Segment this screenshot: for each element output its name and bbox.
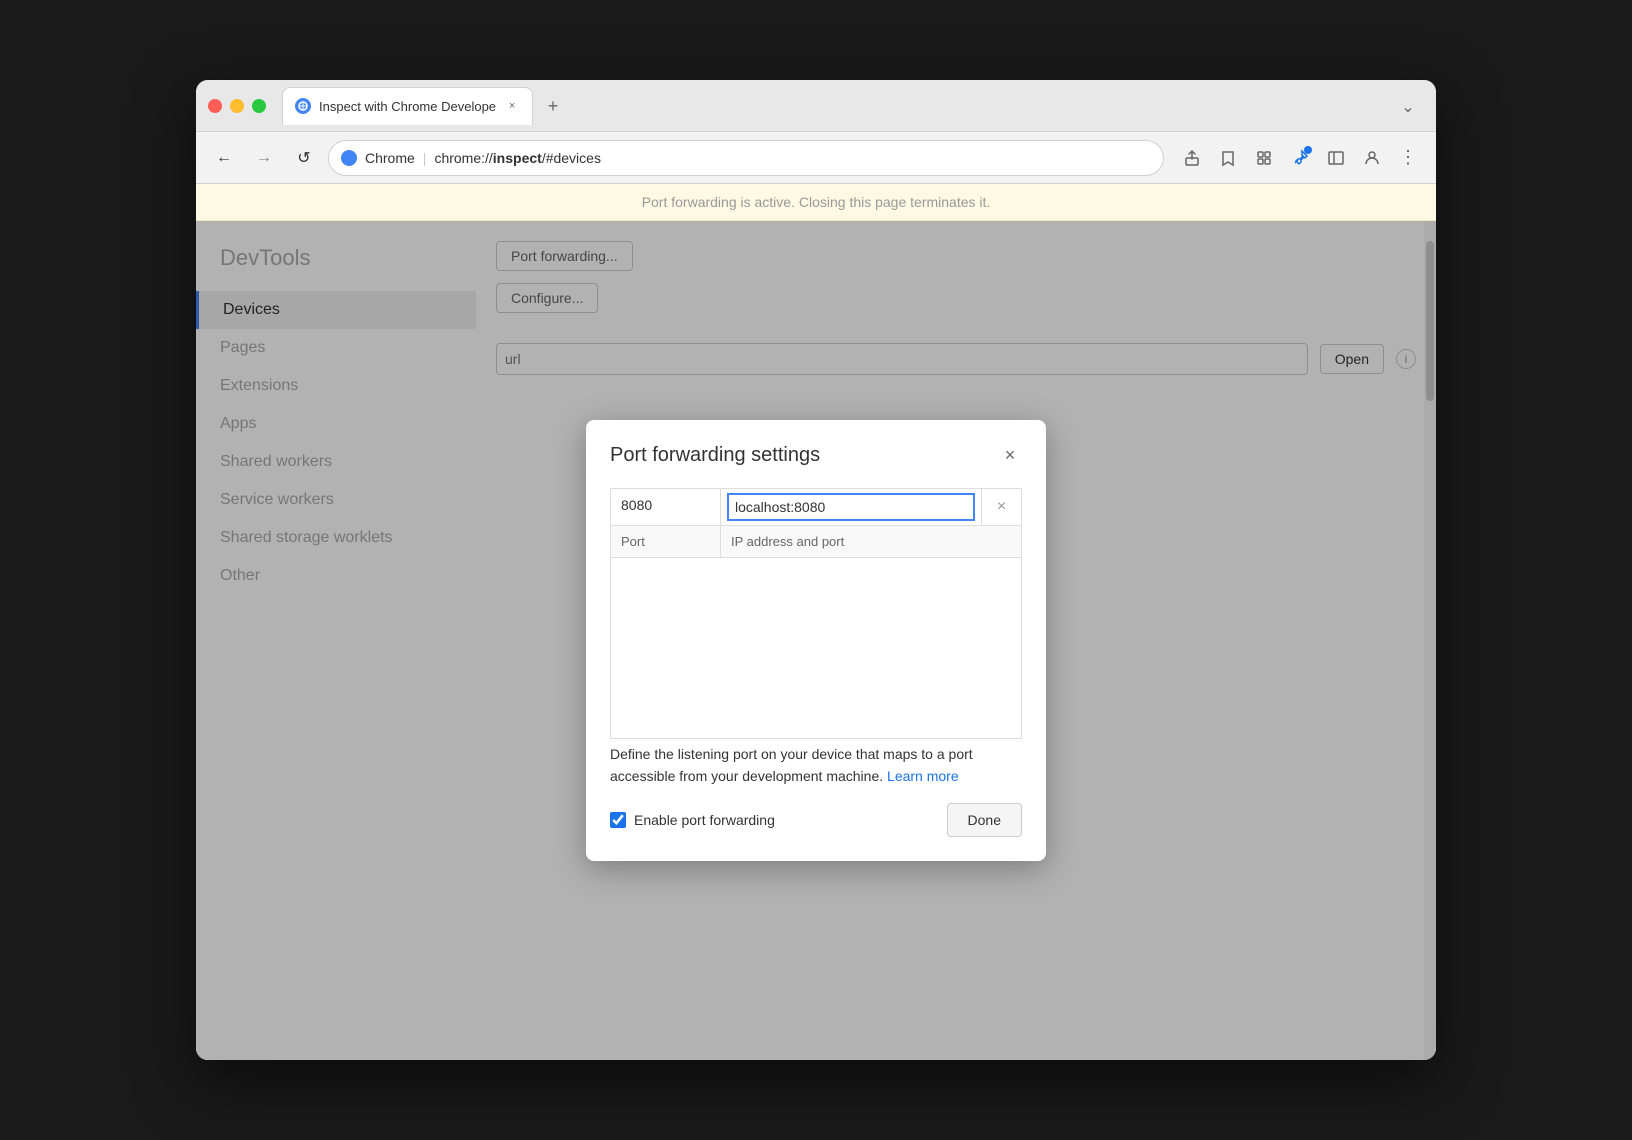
bookmark-button[interactable] bbox=[1212, 142, 1244, 174]
port-forwarding-modal: Port forwarding settings × 8080 bbox=[586, 420, 1046, 862]
address-url-prefix: chrome:// bbox=[434, 150, 492, 166]
address-separator: | bbox=[423, 150, 427, 166]
pf-header-row: Port IP address and port bbox=[611, 526, 1021, 558]
delete-icon: × bbox=[997, 498, 1006, 516]
modal-close-button[interactable]: × bbox=[998, 444, 1022, 468]
address-url-bold: inspect bbox=[493, 150, 542, 166]
modal-header: Port forwarding settings × bbox=[610, 444, 1022, 468]
checkbox-label-text: Enable port forwarding bbox=[634, 812, 775, 828]
new-tab-button[interactable]: + bbox=[537, 91, 569, 123]
pf-delete-button[interactable]: × bbox=[981, 489, 1021, 525]
maximize-window-button[interactable] bbox=[252, 99, 266, 113]
forward-button[interactable]: → bbox=[248, 142, 280, 174]
browser-window: Inspect with Chrome Develope × + ⌄ ← → ↺… bbox=[196, 80, 1436, 1060]
address-url: chrome://inspect/#devices bbox=[434, 150, 601, 166]
tab-bar: Inspect with Chrome Develope × + ⌄ bbox=[282, 87, 1424, 125]
port-forwarding-banner: Port forwarding is active. Closing this … bbox=[196, 184, 1436, 221]
more-button[interactable]: ⋮ bbox=[1392, 142, 1424, 174]
extension-pin-button[interactable] bbox=[1284, 142, 1316, 174]
extension-badge bbox=[1304, 146, 1312, 154]
pf-table: 8080 × Port IP address an bbox=[610, 488, 1022, 739]
nav-actions: ⋮ bbox=[1176, 142, 1424, 174]
back-button[interactable]: ← bbox=[208, 142, 240, 174]
pf-address-cell bbox=[721, 489, 981, 525]
nav-bar: ← → ↺ Chrome | chrome://inspect/#devices bbox=[196, 132, 1436, 184]
pf-col-port: Port bbox=[611, 526, 721, 557]
tab-title: Inspect with Chrome Develope bbox=[319, 99, 496, 114]
reload-button[interactable]: ↺ bbox=[288, 142, 320, 174]
pf-port-cell: 8080 bbox=[611, 489, 721, 525]
extensions-button[interactable] bbox=[1248, 142, 1280, 174]
enable-port-forwarding-checkbox[interactable] bbox=[610, 812, 626, 828]
page-content: Port forwarding is active. Closing this … bbox=[196, 184, 1436, 1060]
pf-data-row: 8080 × bbox=[611, 489, 1021, 526]
pf-col-address: IP address and port bbox=[721, 526, 1021, 557]
pf-empty-area bbox=[611, 558, 1021, 738]
active-tab[interactable]: Inspect with Chrome Develope × bbox=[282, 87, 533, 125]
pf-address-input[interactable] bbox=[727, 493, 975, 521]
enable-port-forwarding-label[interactable]: Enable port forwarding bbox=[610, 812, 935, 828]
tab-close-button[interactable]: × bbox=[504, 98, 520, 114]
traffic-lights bbox=[208, 99, 266, 113]
tab-overflow-button[interactable]: ⌄ bbox=[1392, 91, 1424, 123]
profile-button[interactable] bbox=[1356, 142, 1388, 174]
modal-description: Define the listening port on your device… bbox=[610, 743, 1022, 788]
pf-port-input[interactable]: 8080 bbox=[621, 497, 710, 513]
site-favicon bbox=[341, 150, 357, 166]
close-window-button[interactable] bbox=[208, 99, 222, 113]
done-button[interactable]: Done bbox=[947, 803, 1022, 837]
title-bar: Inspect with Chrome Develope × + ⌄ bbox=[196, 80, 1436, 132]
modal-overlay: Port forwarding settings × 8080 bbox=[196, 221, 1436, 1060]
address-chrome-label: Chrome bbox=[365, 150, 415, 166]
sidebar-button[interactable] bbox=[1320, 142, 1352, 174]
minimize-window-button[interactable] bbox=[230, 99, 244, 113]
share-button[interactable] bbox=[1176, 142, 1208, 174]
address-url-suffix: /#devices bbox=[542, 150, 601, 166]
tab-favicon bbox=[295, 98, 311, 114]
address-bar[interactable]: Chrome | chrome://inspect/#devices bbox=[328, 140, 1164, 176]
learn-more-link[interactable]: Learn more bbox=[887, 768, 959, 784]
banner-text: Port forwarding is active. Closing this … bbox=[642, 194, 991, 210]
main-layout: DevTools Devices Pages Extensions Apps S… bbox=[196, 221, 1436, 1060]
modal-title: Port forwarding settings bbox=[610, 444, 820, 467]
modal-footer: Enable port forwarding Done bbox=[610, 803, 1022, 837]
